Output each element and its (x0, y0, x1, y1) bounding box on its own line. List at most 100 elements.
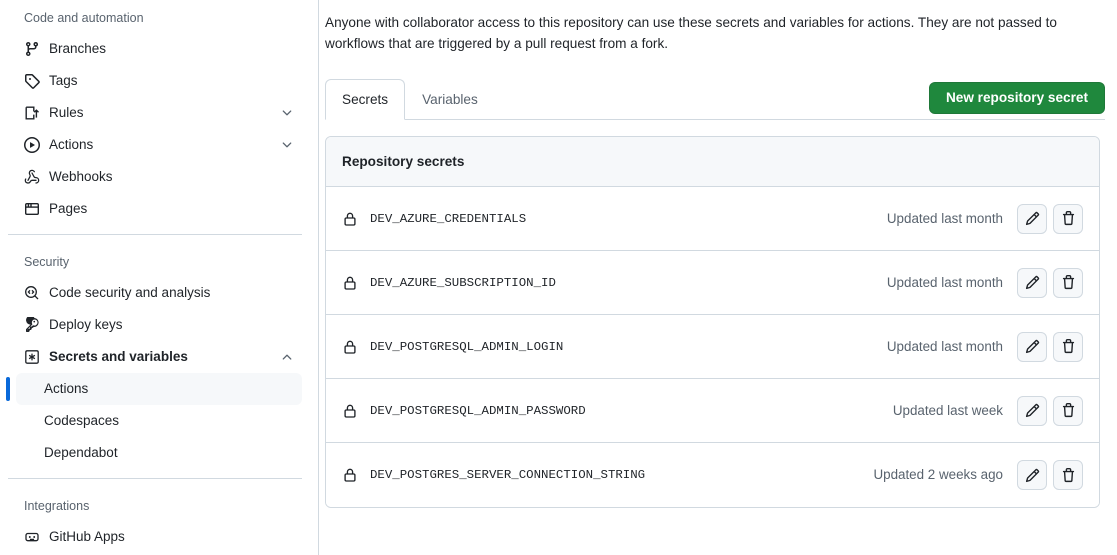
pencil-icon (1025, 403, 1040, 418)
sidebar-item-code-security-and-analysis[interactable]: Code security and analysis (16, 277, 302, 309)
nav-group-title: Security (24, 255, 70, 269)
tab-label: Variables (422, 91, 478, 107)
row-actions (1017, 395, 1083, 426)
edit-secret-button[interactable] (1017, 203, 1047, 234)
lock-icon (342, 403, 358, 419)
sidebar-subitem-label: Dependabot (44, 445, 118, 460)
secret-name: DEV_POSTGRESQL_ADMIN_PASSWORD (370, 403, 586, 418)
sidebar-item-label: Secrets and variables (49, 349, 188, 364)
new-repository-secret-button[interactable]: New repository secret (928, 82, 1105, 114)
sidebar-item-label: Actions (49, 137, 94, 152)
trash-icon (1061, 211, 1076, 226)
sidebar-item-label: Rules (49, 105, 84, 120)
sidebar-item-label: Webhooks (49, 169, 113, 184)
sidebar-item-actions[interactable]: Actions (16, 129, 302, 161)
code-scan-icon (24, 285, 40, 301)
sidebar-divider (8, 478, 302, 479)
card-header-title: Repository secrets (326, 137, 1099, 187)
sidebar-item-label: GitHub Apps (49, 529, 125, 544)
trash-icon (1061, 275, 1076, 290)
sidebar-subitem-label: Codespaces (44, 413, 120, 428)
sidebar-item-pages[interactable]: Pages (16, 193, 302, 225)
sidebar-item-deploy-keys[interactable]: Deploy keys (16, 309, 302, 341)
tab-secrets[interactable]: Secrets (325, 79, 406, 120)
lock-icon (342, 467, 358, 483)
table-row[interactable]: DEV_AZURE_CREDENTIALS Updated last month (326, 187, 1099, 251)
nav-group-integrations: Integrations GitHub Apps (0, 488, 318, 553)
settings-page: Code and automation Branches Tags Rules (0, 0, 1117, 555)
trash-icon (1061, 339, 1076, 354)
lock-icon (342, 275, 358, 291)
sidebar-item-secrets-and-variables[interactable]: Secrets and variables (16, 341, 302, 373)
row-actions (1017, 331, 1083, 362)
edit-secret-button[interactable] (1017, 395, 1047, 426)
pencil-icon (1025, 275, 1040, 290)
chevron-up-icon (280, 350, 294, 364)
delete-secret-button[interactable] (1053, 395, 1083, 426)
trash-icon (1061, 403, 1076, 418)
pencil-icon (1025, 468, 1040, 483)
play-circle-icon (24, 137, 40, 153)
rules-icon (24, 105, 40, 121)
chevron-down-icon (280, 106, 294, 120)
table-row[interactable]: DEV_POSTGRES_SERVER_CONNECTION_STRING Up… (326, 443, 1099, 507)
sidebar-subitem-codespaces[interactable]: Codespaces (16, 405, 302, 437)
secret-updated: Updated last month (886, 274, 1003, 290)
secret-updated: Updated last week (892, 402, 1003, 418)
page-description: Anyone with collaborator access to this … (325, 15, 1057, 51)
sidebar-subitem-label: Actions (44, 381, 89, 396)
nav-group-title: Integrations (24, 499, 90, 513)
sidebar-subitem-dependabot[interactable]: Dependabot (16, 437, 302, 469)
asterisk-box-icon (24, 349, 40, 365)
github-apps-icon (24, 529, 40, 545)
sidebar-item-label: Tags (49, 73, 78, 88)
tab-underline (325, 119, 1105, 120)
delete-secret-button[interactable] (1053, 460, 1083, 490)
delete-secret-button[interactable] (1053, 267, 1083, 298)
nav-group-security: Security Code security and analysis Depl… (0, 244, 318, 469)
secret-name: DEV_AZURE_SUBSCRIPTION_ID (370, 275, 556, 290)
browser-icon (24, 201, 40, 217)
secret-name: DEV_POSTGRES_SERVER_CONNECTION_STRING (370, 468, 646, 482)
sidebar-item-label: Code security and analysis (49, 285, 211, 300)
repository-secrets-card: Repository secrets DEV_AZURE_CREDENTIALS… (325, 136, 1100, 508)
webhook-icon (24, 169, 40, 185)
delete-secret-button[interactable] (1053, 203, 1083, 234)
main-content: Anyone with collaborator access to this … (319, 0, 1117, 555)
sidebar-item-branches[interactable]: Branches (16, 33, 302, 65)
settings-sidebar: Code and automation Branches Tags Rules (0, 0, 319, 555)
table-row[interactable]: DEV_POSTGRESQL_ADMIN_PASSWORD Updated la… (326, 379, 1099, 443)
tabbar: Secrets Variables New repository secret (325, 78, 1117, 120)
row-actions (1017, 460, 1083, 490)
pencil-icon (1025, 339, 1040, 354)
lock-icon (342, 211, 358, 227)
sidebar-divider (8, 234, 302, 235)
secret-name: DEV_POSTGRESQL_ADMIN_LOGIN (370, 339, 564, 354)
tab-label: Secrets (342, 91, 389, 107)
sidebar-item-label: Pages (49, 201, 88, 216)
git-branch-icon (24, 41, 40, 57)
sidebar-item-webhooks[interactable]: Webhooks (16, 161, 302, 193)
sidebar-item-github-apps[interactable]: GitHub Apps (16, 521, 302, 553)
edit-secret-button[interactable] (1017, 460, 1047, 490)
edit-secret-button[interactable] (1017, 267, 1047, 298)
row-actions (1017, 203, 1083, 234)
secret-updated: Updated 2 weeks ago (873, 467, 1003, 482)
delete-secret-button[interactable] (1053, 331, 1083, 362)
sidebar-item-label: Deploy keys (49, 317, 123, 332)
key-icon (24, 317, 40, 333)
secret-name: DEV_AZURE_CREDENTIALS (370, 211, 527, 226)
nav-group-code-and-automation: Code and automation Branches Tags Rules (0, 0, 318, 225)
sidebar-item-label: Branches (49, 41, 107, 56)
secret-updated: Updated last month (886, 338, 1003, 354)
edit-secret-button[interactable] (1017, 331, 1047, 362)
tab-variables[interactable]: Variables (405, 79, 495, 120)
table-row[interactable]: DEV_POSTGRESQL_ADMIN_LOGIN Updated last … (326, 315, 1099, 379)
secret-updated: Updated last month (886, 210, 1003, 226)
sidebar-item-rules[interactable]: Rules (16, 97, 302, 129)
sidebar-subitem-actions[interactable]: Actions (6, 373, 302, 405)
sidebar-item-tags[interactable]: Tags (16, 65, 302, 97)
tab-list: Secrets Variables (325, 78, 495, 120)
chevron-down-icon (280, 138, 294, 152)
table-row[interactable]: DEV_AZURE_SUBSCRIPTION_ID Updated last m… (326, 251, 1099, 315)
